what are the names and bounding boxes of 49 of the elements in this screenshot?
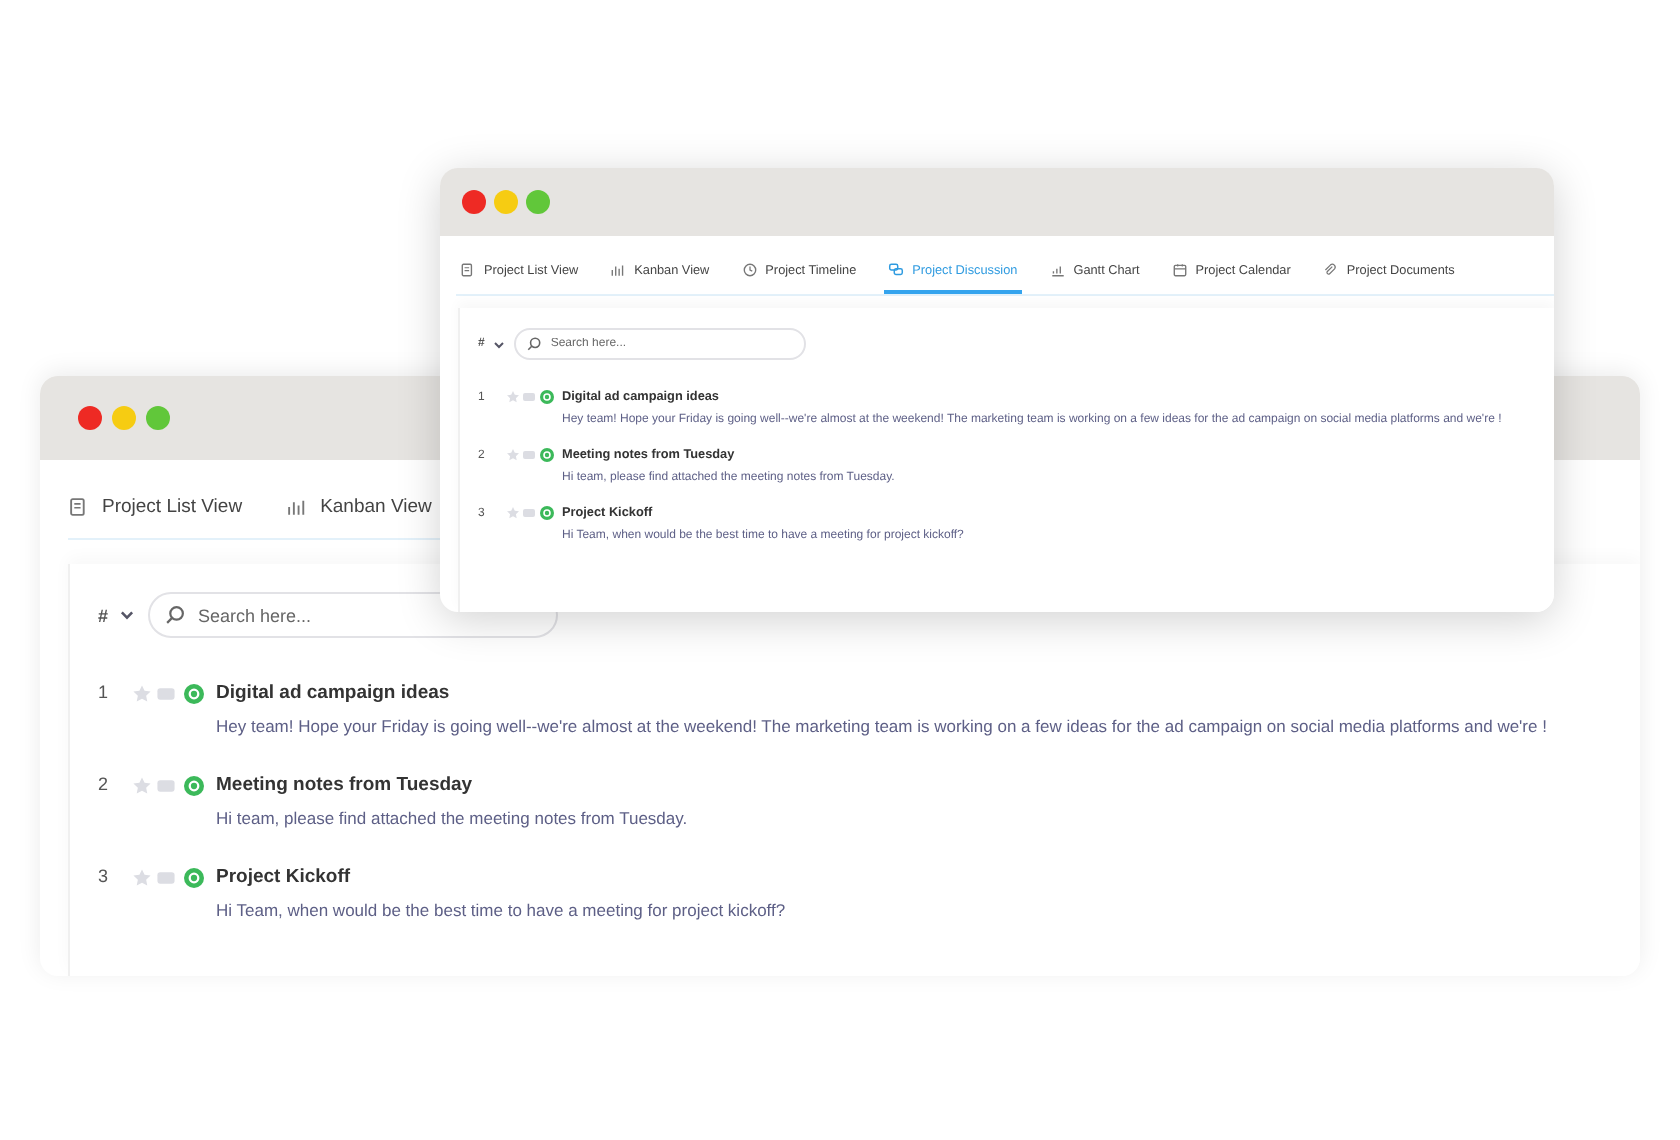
- label-icon: [156, 868, 176, 888]
- maximize-button[interactable]: [526, 190, 550, 214]
- row-number: 2: [98, 774, 111, 796]
- message-title[interactable]: Digital ad campaign ideas: [216, 682, 1547, 704]
- message-title[interactable]: Meeting notes from Tuesday: [216, 774, 688, 796]
- label-icon: [522, 506, 536, 520]
- bar-chart-icon: [286, 496, 309, 518]
- search-icon: [526, 336, 543, 352]
- status-icon: [540, 448, 554, 462]
- star-icon: [132, 776, 152, 796]
- status-icon: [184, 684, 204, 704]
- maximize-button[interactable]: [146, 406, 170, 430]
- status-icon: [184, 868, 204, 888]
- row-number: 3: [98, 866, 111, 888]
- clipboard-icon: [460, 262, 476, 278]
- message-preview: Hi Team, when would be the best time to have a meeting for project kickoff?: [216, 900, 786, 920]
- star-icon: [506, 390, 520, 404]
- label-icon: [522, 390, 536, 404]
- search-icon: [164, 604, 187, 626]
- message-title[interactable]: Project Kickoff: [216, 866, 786, 888]
- status-icon: [540, 506, 554, 520]
- filter-dropdown[interactable]: #: [98, 605, 137, 625]
- tab[interactable]: Kanban View: [286, 492, 432, 538]
- label-icon: [156, 776, 176, 796]
- star-icon: [506, 448, 520, 462]
- status-icon: [540, 390, 554, 404]
- star-icon: [132, 868, 152, 888]
- message-preview: Hey team! Hope your Friday is going well--we're almost at the weekend! The marketing team is working on a few ideas for the ad campaign on social media platforms and we're !: [216, 716, 1547, 736]
- close-button[interactable]: [78, 406, 102, 430]
- star-icon: [132, 684, 152, 704]
- label-icon: [156, 684, 176, 704]
- caret-icon: [492, 337, 507, 351]
- paperclip-icon: [1322, 262, 1339, 278]
- message-preview: Hi team, please find attached the meeting notes from Tuesday.: [216, 808, 688, 828]
- bar-chart-icon: [610, 262, 627, 278]
- calendar-icon: [1171, 262, 1188, 278]
- status-icon: [184, 776, 204, 796]
- clock-icon: [741, 262, 758, 278]
- label-icon: [522, 448, 536, 462]
- chat-icon: [888, 262, 905, 278]
- minimize-button[interactable]: [112, 406, 136, 430]
- row-number: 1: [98, 682, 111, 704]
- clipboard-icon: [68, 496, 90, 518]
- chart-icon: [1049, 262, 1066, 278]
- tab[interactable]: Project List View: [68, 492, 243, 538]
- close-button[interactable]: [462, 190, 486, 214]
- star-icon: [506, 506, 520, 520]
- minimize-button[interactable]: [494, 190, 518, 214]
- caret-icon: [118, 606, 137, 624]
